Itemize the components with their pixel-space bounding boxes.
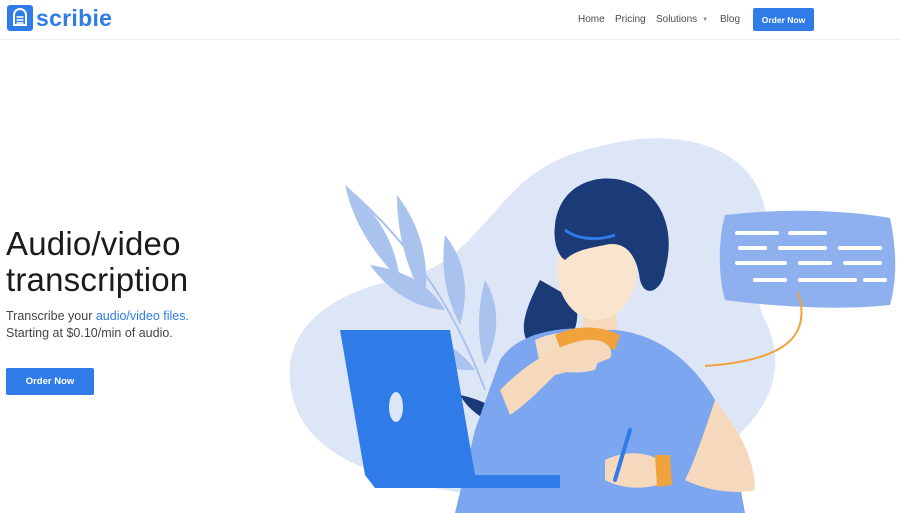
hero-title-line1: Audio/video	[6, 225, 181, 262]
nav-solutions-label: Solutions	[656, 14, 698, 25]
hero-order-now-button[interactable]: Order Now	[6, 368, 94, 395]
hero-title-line2: transcription	[6, 261, 189, 298]
chevron-down-icon: ▼	[702, 16, 709, 23]
hero-subtitle-line2: Starting at $0.10/min of audio.	[6, 326, 173, 340]
brand-name: scribie	[36, 5, 113, 31]
woman-at-laptop-illustration	[285, 130, 900, 513]
nav-solutions[interactable]: Solutions ▼	[656, 14, 708, 25]
logo-link[interactable]: scribie	[7, 5, 112, 31]
nav-order-now-button[interactable]: Order Now	[753, 8, 814, 31]
hero-subtitle-prefix: Transcribe your	[6, 309, 96, 323]
audio-video-files-link[interactable]: audio/video files.	[96, 309, 189, 323]
top-navbar: scribie Home Pricing Solutions ▼ Blog Or…	[0, 0, 900, 40]
nav-pricing[interactable]: Pricing	[615, 14, 646, 25]
hero-title: Audio/video transcription	[6, 226, 188, 298]
nav-blog[interactable]: Blog	[720, 14, 740, 25]
hero-subtitle: Transcribe your audio/video files. Start…	[6, 308, 189, 342]
scribie-logo-icon	[7, 5, 33, 31]
nav-home[interactable]: Home	[578, 14, 605, 25]
